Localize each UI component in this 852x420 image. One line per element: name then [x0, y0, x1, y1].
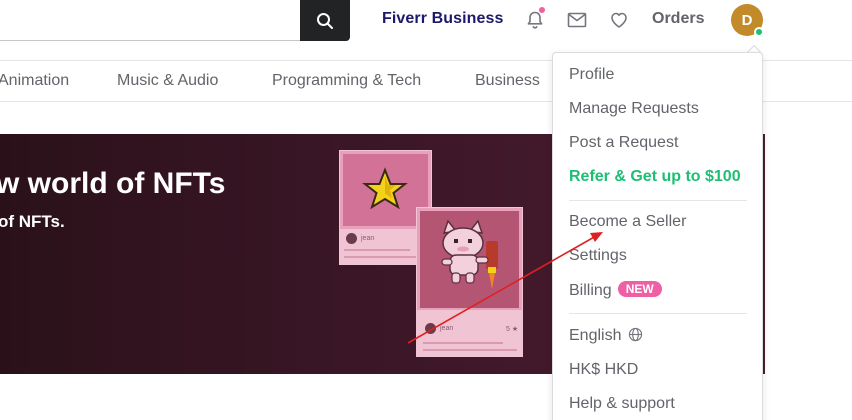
heart-icon	[611, 12, 627, 28]
globe-icon	[629, 327, 643, 342]
search-input[interactable]	[0, 0, 300, 41]
bell-icon	[527, 11, 543, 29]
language-label: English	[569, 327, 622, 344]
menu-item-manage-requests[interactable]: Manage Requests	[569, 100, 699, 118]
orders-link[interactable]: Orders	[652, 10, 704, 28]
page: Fiverr Business Orders D Animation Music…	[0, 0, 852, 420]
placeholder-line	[423, 349, 517, 351]
nft-card-cat: jean 5 ★	[416, 207, 523, 357]
menu-item-profile[interactable]: Profile	[569, 66, 614, 84]
menu-item-help-support[interactable]: Help & support	[569, 395, 675, 413]
menu-divider	[569, 313, 747, 314]
creator-avatar	[425, 323, 436, 334]
pixel-cat-icon	[441, 219, 498, 289]
placeholder-line	[344, 256, 424, 258]
placeholder-line	[344, 249, 410, 251]
placeholder-line	[423, 342, 503, 344]
menu-divider	[569, 200, 747, 201]
profile-dropdown-menu: Profile Manage Requests Post a Request R…	[552, 52, 763, 420]
creator-name: jean	[440, 325, 454, 332]
favorites-button[interactable]	[608, 9, 630, 31]
online-status-dot	[754, 27, 764, 37]
rating-label: 5 ★	[506, 326, 519, 333]
menu-item-settings[interactable]: Settings	[569, 247, 627, 265]
menu-item-refer[interactable]: Refer & Get up to $100	[569, 168, 741, 186]
search-button[interactable]	[300, 0, 350, 41]
category-animation[interactable]: Animation	[0, 72, 69, 90]
menu-item-language[interactable]: English	[569, 327, 643, 345]
hero-subtitle: of NFTs.	[0, 212, 65, 231]
category-business[interactable]: Business	[475, 72, 540, 90]
menu-item-post-request[interactable]: Post a Request	[569, 134, 678, 152]
new-badge: NEW	[617, 281, 662, 297]
mail-icon	[567, 12, 587, 28]
menu-item-billing[interactable]: Billing NEW	[569, 281, 662, 300]
menu-item-become-seller[interactable]: Become a Seller	[569, 213, 686, 231]
creator-name: jean	[361, 235, 375, 242]
notification-dot	[539, 7, 545, 13]
category-programming-tech[interactable]: Programming & Tech	[272, 72, 421, 90]
menu-item-currency[interactable]: HK$ HKD	[569, 361, 638, 379]
messages-button[interactable]	[566, 9, 588, 31]
hero-title: w world of NFTs	[0, 167, 226, 200]
nft-artwork	[420, 211, 519, 308]
creator-avatar	[346, 233, 357, 244]
nft-card-footer: jean 5 ★	[417, 310, 522, 356]
billing-label: Billing	[569, 282, 612, 299]
search-icon	[317, 12, 333, 29]
category-music-audio[interactable]: Music & Audio	[117, 72, 218, 90]
fiverr-business-link[interactable]: Fiverr Business	[382, 10, 504, 28]
